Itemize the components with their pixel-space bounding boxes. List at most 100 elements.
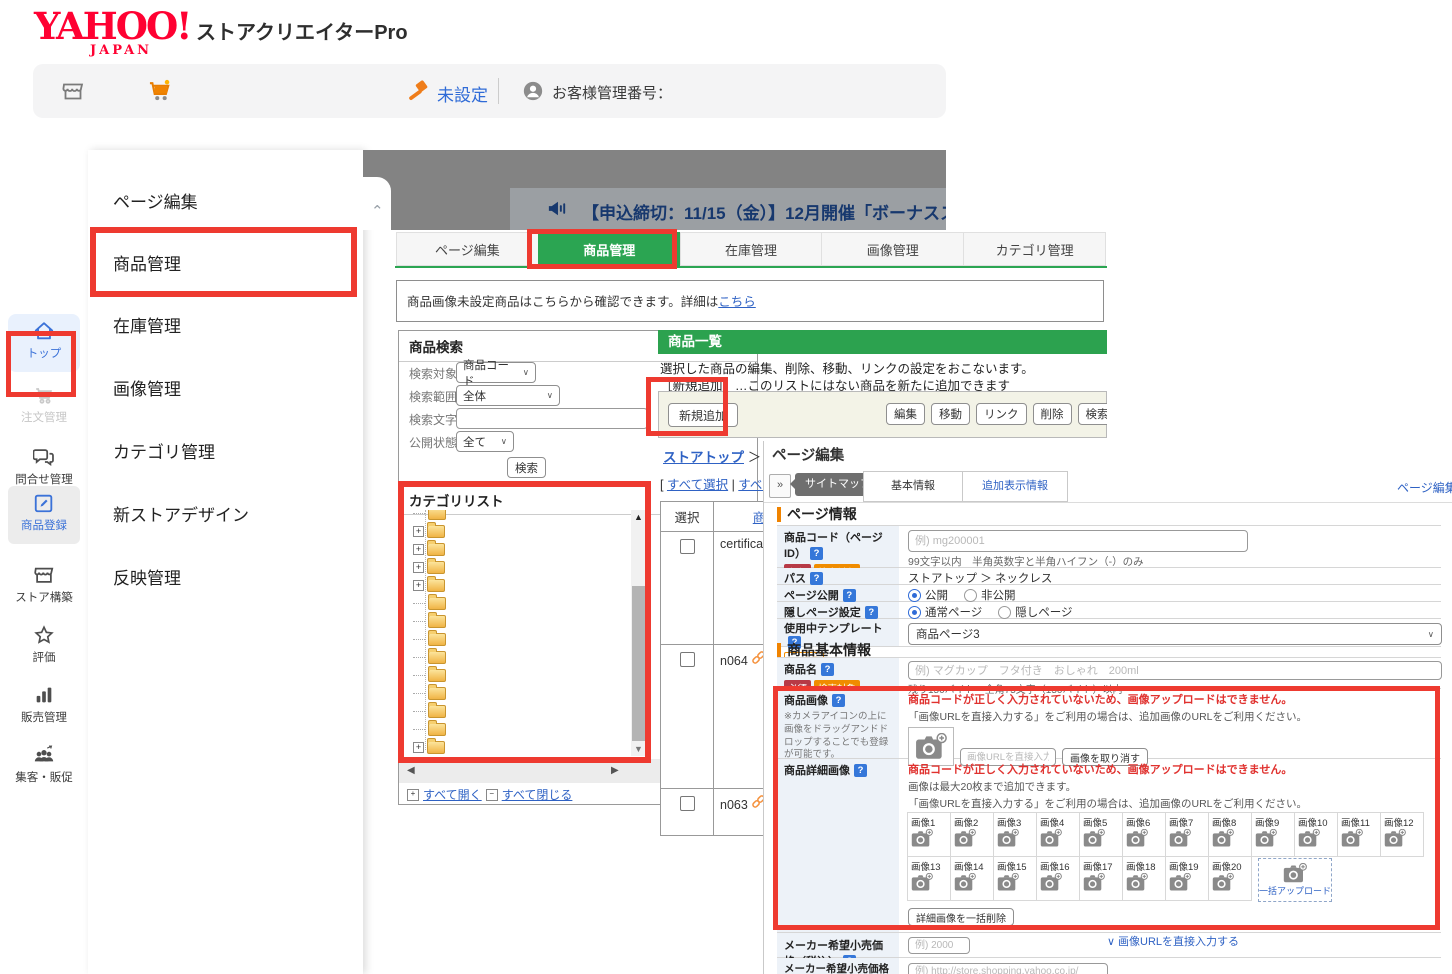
search-target-select[interactable]: 商品コード∨ xyxy=(456,362,536,383)
window-tab-3[interactable]: 画像管理 xyxy=(821,232,964,266)
search-range-select[interactable]: 全体∨ xyxy=(456,385,560,406)
detail-image-slot[interactable]: 画像17 xyxy=(1079,856,1123,901)
category-tree-row[interactable] xyxy=(413,630,446,648)
menu-item-0[interactable]: ページ編集 xyxy=(113,188,198,213)
radio-hidden-page[interactable]: 隠しページ xyxy=(998,604,1072,620)
category-tree-row[interactable] xyxy=(413,666,446,684)
help-icon[interactable]: ? xyxy=(843,589,856,602)
help-icon[interactable]: ? xyxy=(810,572,823,585)
menu-item-2[interactable]: 在庫管理 xyxy=(113,312,181,337)
tab-basic-info[interactable]: 基本情報 xyxy=(863,471,963,502)
select-all-link[interactable]: すべて選択 xyxy=(667,478,728,492)
sidebar-item-chart[interactable]: 販売管理 xyxy=(8,678,80,736)
category-tree-row[interactable]: + xyxy=(413,540,445,558)
template-select[interactable]: 商品ページ3∨ xyxy=(908,623,1442,645)
sidebar-item-edit[interactable]: 商品登録 xyxy=(8,486,80,544)
tree-scrollbar[interactable]: ▲ ▼ xyxy=(631,510,646,756)
scroll-right-icon[interactable]: ▶ xyxy=(611,765,619,776)
help-icon[interactable]: ? xyxy=(865,606,878,619)
detail-image-slot[interactable]: 画像9 xyxy=(1251,812,1295,857)
page-id-input[interactable] xyxy=(908,530,1248,552)
detail-image-slot[interactable]: 画像16 xyxy=(1036,856,1080,901)
action-button-4[interactable]: 検索結果を商品 xyxy=(1078,403,1108,425)
detail-image-slot[interactable]: 画像8 xyxy=(1208,812,1252,857)
row-checkbox[interactable] xyxy=(680,796,695,811)
category-tree-row[interactable]: + xyxy=(413,738,445,756)
price-input[interactable] xyxy=(908,937,970,954)
sidebar-item-home[interactable]: トップ xyxy=(8,314,80,372)
scroll-down-icon[interactable]: ▼ xyxy=(631,744,646,754)
notice-link[interactable]: こちら xyxy=(718,295,756,309)
detail-image-slot[interactable]: 画像18 xyxy=(1122,856,1166,901)
window-tab-1[interactable]: 商品管理 xyxy=(538,232,681,266)
add-new-button[interactable]: 新規追加 xyxy=(668,403,738,427)
expand-plus-icon[interactable]: + xyxy=(413,544,424,555)
detail-image-slot[interactable]: 画像6 xyxy=(1122,812,1166,857)
row-checkbox[interactable] xyxy=(680,652,695,667)
window-tab-0[interactable]: ページ編集 xyxy=(396,232,539,266)
category-tree-row[interactable] xyxy=(413,720,446,738)
detail-image-slot[interactable]: 画像3 xyxy=(993,812,1037,857)
action-button-0[interactable]: 編集 xyxy=(886,403,925,425)
cart-icon[interactable] xyxy=(146,77,173,109)
category-tree-row[interactable] xyxy=(413,510,446,522)
category-tree-row[interactable] xyxy=(413,594,446,612)
expand-plus-icon[interactable]: + xyxy=(413,580,424,591)
radio-normal-page[interactable]: 通常ページ xyxy=(908,604,982,620)
action-button-2[interactable]: リンク xyxy=(976,403,1027,425)
detail-image-slot[interactable]: 画像7 xyxy=(1165,812,1209,857)
category-tree-row[interactable] xyxy=(413,612,446,630)
help-icon[interactable]: ? xyxy=(810,547,823,560)
yahoo-logo[interactable]: YAHOO! xyxy=(34,4,190,48)
menu-item-1[interactable]: 商品管理 xyxy=(113,250,181,275)
storefront-icon[interactable] xyxy=(61,79,85,108)
expand-plus-icon[interactable]: + xyxy=(413,562,424,573)
detail-image-slot[interactable]: 画像12 xyxy=(1380,812,1424,857)
radio-private[interactable]: 非公開 xyxy=(964,587,1016,603)
sidebar-item-cart[interactable]: 注文管理 xyxy=(8,378,80,436)
sidebar-item-star[interactable]: 評価 xyxy=(8,618,80,676)
scroll-up-icon[interactable]: ▲ xyxy=(631,512,646,522)
detail-image-slot[interactable]: 画像10 xyxy=(1294,812,1338,857)
product-name-input[interactable] xyxy=(908,661,1442,680)
breadcrumb-store-top-link[interactable]: ストアトップ xyxy=(663,450,744,465)
menu-item-5[interactable]: 新ストアデザイン xyxy=(113,501,249,526)
window-tab-4[interactable]: カテゴリ管理 xyxy=(963,232,1106,266)
action-button-1[interactable]: 移動 xyxy=(931,403,970,425)
menu-item-4[interactable]: カテゴリ管理 xyxy=(113,438,215,463)
scrollbar-thumb[interactable] xyxy=(632,586,645,741)
expand-plus-icon[interactable]: + xyxy=(413,742,424,753)
scroll-left-icon[interactable]: ◀ xyxy=(407,765,415,776)
action-button-3[interactable]: 削除 xyxy=(1033,403,1072,425)
detail-image-slot[interactable]: 画像4 xyxy=(1036,812,1080,857)
menu-item-3[interactable]: 画像管理 xyxy=(113,375,181,400)
row-checkbox[interactable] xyxy=(680,539,695,554)
category-tree-row[interactable]: + xyxy=(413,522,445,540)
close-all-link[interactable]: すべて閉じる xyxy=(502,786,573,803)
bulk-upload-cell[interactable]: 一括アップロード xyxy=(1258,858,1332,902)
evidence-url-input[interactable] xyxy=(908,963,1108,974)
detail-image-slot[interactable]: 画像13 xyxy=(907,856,951,901)
menu-item-6[interactable]: 反映管理 xyxy=(113,564,181,589)
tab-additional-info[interactable]: 追加表示情報 xyxy=(962,471,1068,502)
detail-image-slot[interactable]: 画像14 xyxy=(950,856,994,901)
manual-link[interactable]: ページ編集マニュアル xyxy=(1397,479,1452,496)
detail-image-slot[interactable]: 画像1 xyxy=(907,812,951,857)
sidebar-item-store[interactable]: ストア構築 xyxy=(8,558,80,616)
gavel-icon[interactable] xyxy=(405,79,430,109)
search-text-input[interactable] xyxy=(456,408,648,429)
search-button[interactable]: 検索 xyxy=(507,457,546,478)
help-icon[interactable]: ? xyxy=(821,663,834,676)
category-tree-row[interactable]: + xyxy=(413,576,445,594)
open-all-link[interactable]: すべて開く xyxy=(423,786,482,803)
sitemap-expand-button[interactable]: » xyxy=(769,474,791,498)
sidebar-item-people[interactable]: 集客・販促 xyxy=(8,738,80,796)
detail-image-slot[interactable]: 画像11 xyxy=(1337,812,1381,857)
help-icon[interactable]: ? xyxy=(832,694,845,707)
detail-image-slot[interactable]: 画像5 xyxy=(1079,812,1123,857)
category-tree-row[interactable]: + xyxy=(413,558,445,576)
detail-image-slot[interactable]: 画像19 xyxy=(1165,856,1209,901)
detail-image-slot[interactable]: 画像15 xyxy=(993,856,1037,901)
help-icon[interactable]: ? xyxy=(854,764,867,777)
window-tab-2[interactable]: 在庫管理 xyxy=(680,232,823,266)
